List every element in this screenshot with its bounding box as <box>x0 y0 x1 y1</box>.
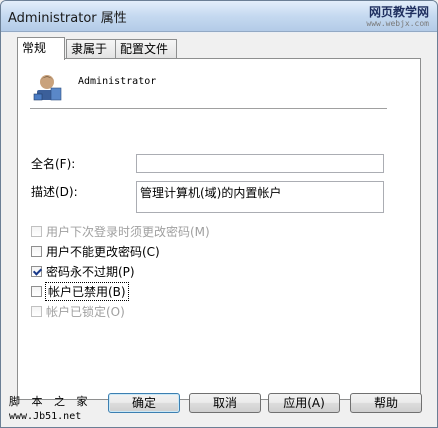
watermark-top-line1: 网页教学网 <box>368 5 429 19</box>
tab-general[interactable]: 常规 <box>17 37 65 60</box>
fullname-label: 全名(F): <box>31 157 76 171</box>
checkbox-must-change-password[interactable]: 用户下次登录时须更改密码(M) <box>31 223 210 239</box>
checkbox-account-disabled-label: 帐户已禁用(B) <box>45 281 129 301</box>
checkbox-account-locked[interactable]: 帐户已锁定(O) <box>31 303 125 319</box>
tab-profile-label: 配置文件 <box>120 42 169 56</box>
checkbox-account-disabled[interactable]: 帐户已禁用(B) <box>31 281 129 301</box>
checkbox-box[interactable] <box>31 305 42 317</box>
checkbox-must-change-password-label: 用户下次登录时须更改密码(M) <box>46 224 210 239</box>
watermark-top: 网页教学网 www.webjx.com <box>366 6 429 30</box>
window-title: Administrator 属性 <box>8 11 127 26</box>
checkbox-box[interactable] <box>31 285 42 297</box>
help-button[interactable]: 帮助 <box>350 393 422 413</box>
properties-dialog: Administrator 属性 网页教学网 www.webjx.com 常规 … <box>0 0 438 428</box>
watermark-bottom-line1: 脚 本 之 家 <box>9 395 92 408</box>
tab-profile[interactable]: 配置文件 <box>115 39 177 59</box>
tab-member-of[interactable]: 隶属于 <box>66 39 116 59</box>
apply-button[interactable]: 应用(A) <box>268 393 340 413</box>
tab-general-label: 常规 <box>22 41 47 55</box>
description-input[interactable]: 管理计算机(域)的内置帐户 <box>136 181 384 213</box>
description-label: 描述(D): <box>31 185 78 199</box>
watermark-bottom-line2: www.Jb51.net <box>9 411 82 422</box>
cancel-button[interactable]: 取消 <box>189 393 261 413</box>
tab-member-of-label: 隶属于 <box>71 42 108 56</box>
checkbox-password-never-expires-label: 密码永不过期(P) <box>46 264 135 279</box>
watermark-top-line2: www.webjx.com <box>366 19 429 28</box>
title-bar[interactable]: Administrator 属性 网页教学网 www.webjx.com <box>1 1 437 32</box>
watermark-bottom: 脚 本 之 家 www.Jb51.net <box>9 394 92 424</box>
separator <box>30 108 387 109</box>
ok-button[interactable]: 确定 <box>108 393 180 413</box>
user-icon <box>33 75 62 101</box>
checkbox-cannot-change-password-label: 用户不能更改密码(C) <box>46 244 160 259</box>
checkbox-password-never-expires[interactable]: 密码永不过期(P) <box>31 263 135 279</box>
general-tab-panel: Administrator 全名(F): 描述(D): 管理计算机(域)的内置帐… <box>17 58 421 400</box>
user-name: Administrator <box>78 76 157 87</box>
dialog-client-area: 常规 隶属于 配置文件 Administrator 全名(F): 描述(D): … <box>5 33 433 423</box>
checkbox-cannot-change-password[interactable]: 用户不能更改密码(C) <box>31 243 160 259</box>
checkbox-box-checked[interactable] <box>31 265 42 277</box>
checkbox-box[interactable] <box>31 245 42 257</box>
fullname-input[interactable] <box>136 154 384 173</box>
checkbox-account-locked-label: 帐户已锁定(O) <box>46 304 125 319</box>
checkbox-box[interactable] <box>31 225 42 237</box>
